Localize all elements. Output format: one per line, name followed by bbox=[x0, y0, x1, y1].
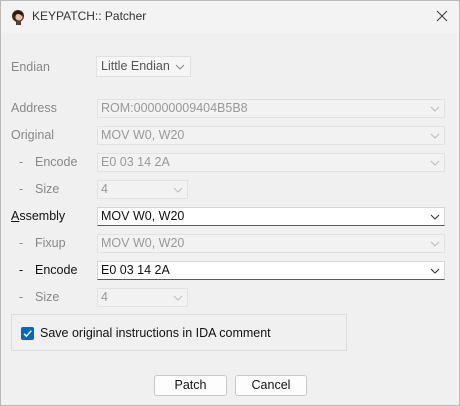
fixup-label: - Fixup bbox=[19, 236, 66, 250]
endian-value: Little Endian bbox=[101, 59, 170, 73]
original-size-value: 4 bbox=[101, 182, 108, 196]
keypatch-app-icon bbox=[12, 10, 24, 25]
assembly-size-label: - Size bbox=[19, 290, 60, 304]
chevron-down-icon bbox=[430, 106, 440, 112]
save-comment-label[interactable]: Save original instructions in IDA commen… bbox=[40, 326, 271, 340]
original-encode-value: E0 03 14 2A bbox=[101, 155, 170, 169]
check-icon bbox=[23, 330, 32, 338]
save-comment-checkbox[interactable] bbox=[21, 327, 34, 340]
fixup-field: MOV W0, W20 bbox=[97, 234, 445, 253]
address-field: ROM:000000009404B5B8 bbox=[97, 99, 445, 118]
original-encode-label: - Encode bbox=[19, 155, 78, 169]
assembly-encode-value: E0 03 14 2A bbox=[101, 263, 170, 277]
endian-label: Endian bbox=[11, 60, 50, 74]
window-title: KEYPATCH:: Patcher bbox=[32, 9, 147, 23]
assembly-input[interactable]: MOV W0, W20 bbox=[97, 207, 445, 226]
assembly-encode-label: - Encode bbox=[19, 263, 78, 277]
chevron-down-icon bbox=[173, 295, 183, 301]
fixup-value: MOV W0, W20 bbox=[101, 236, 185, 250]
chevron-down-icon bbox=[430, 133, 440, 139]
assembly-encode-input[interactable]: E0 03 14 2A bbox=[97, 261, 445, 280]
chevron-down-icon[interactable] bbox=[430, 212, 440, 222]
address-value: ROM:000000009404B5B8 bbox=[101, 101, 248, 115]
endian-dropdown[interactable]: Little Endian bbox=[96, 56, 191, 77]
chevron-down-icon bbox=[173, 187, 183, 193]
original-size-field: 4 bbox=[97, 180, 188, 199]
chevron-down-icon[interactable] bbox=[430, 266, 440, 276]
cancel-button[interactable]: Cancel bbox=[235, 375, 307, 396]
original-encode-field: E0 03 14 2A bbox=[97, 153, 445, 172]
assembly-value: MOV W0, W20 bbox=[101, 209, 185, 223]
original-label: Original bbox=[11, 128, 55, 142]
chevron-down-icon bbox=[175, 64, 185, 70]
original-size-label: - Size bbox=[19, 182, 60, 196]
patcher-dialog: KEYPATCH:: Patcher Endian Little Endian … bbox=[0, 0, 460, 406]
patch-button[interactable]: Patch bbox=[154, 375, 227, 396]
original-field: MOV W0, W20 bbox=[97, 126, 445, 145]
assembly-size-value: 4 bbox=[101, 290, 108, 304]
chevron-down-icon bbox=[430, 160, 440, 166]
assembly-size-field: 4 bbox=[97, 288, 188, 307]
option-group: Save original instructions in IDA commen… bbox=[11, 314, 347, 351]
chevron-down-icon bbox=[430, 241, 440, 247]
assembly-label: Assembly bbox=[11, 209, 66, 223]
title-bar: KEYPATCH:: Patcher bbox=[1, 1, 459, 33]
original-value: MOV W0, W20 bbox=[101, 128, 185, 142]
address-label: Address bbox=[11, 101, 57, 115]
close-icon[interactable] bbox=[433, 7, 451, 25]
